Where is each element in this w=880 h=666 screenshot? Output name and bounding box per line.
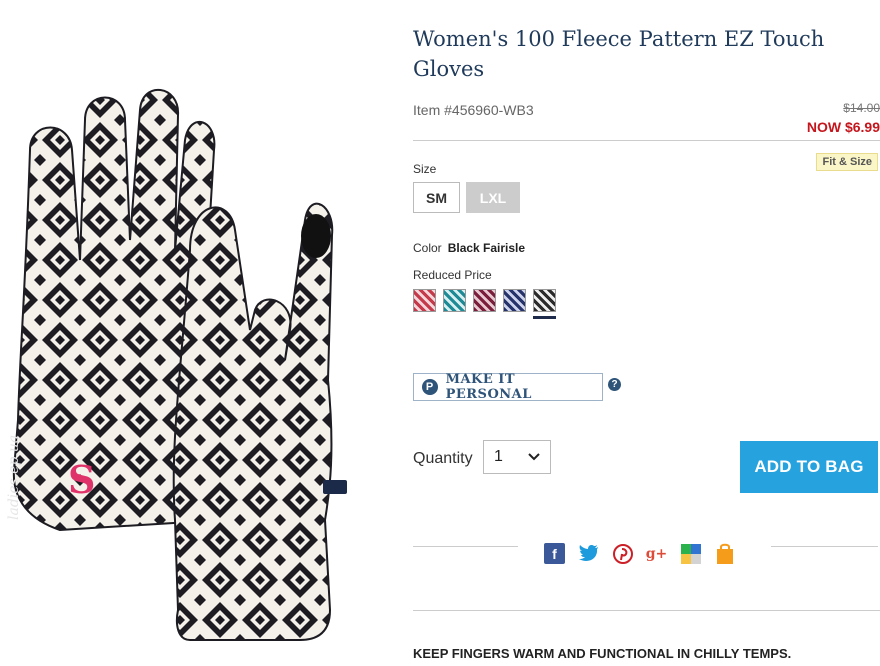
color-label: Color	[413, 241, 442, 255]
shopping-bag-icon[interactable]	[714, 543, 735, 564]
twitter-icon[interactable]	[578, 543, 599, 564]
divider	[413, 610, 880, 611]
pinterest-icon[interactable]	[612, 543, 633, 564]
reduced-price-label: Reduced Price	[413, 268, 492, 282]
original-price: $14.00	[843, 101, 880, 115]
item-number: Item #456960-WB3	[413, 102, 534, 118]
sale-price: NOW $6.99	[806, 119, 880, 135]
watermark: ladies.ep.ua	[6, 434, 22, 520]
quantity-value: 1	[494, 448, 503, 465]
google-plus-icon[interactable]: g+	[646, 543, 668, 564]
share-divider-right	[771, 546, 878, 547]
swatch-navy-fairisle[interactable]	[503, 289, 526, 312]
swatch-red-fairisle[interactable]	[413, 289, 436, 312]
social-share-bar: f g+	[544, 543, 735, 564]
quantity-label: Quantity	[413, 450, 473, 467]
right-glove	[172, 202, 334, 641]
selected-swatch-indicator	[533, 316, 556, 319]
color-value: Black Fairisle	[447, 241, 526, 255]
gloves-image: S	[12, 89, 347, 641]
size-option-lxl[interactable]: LXL	[466, 182, 520, 213]
size-option-sm[interactable]: SM	[413, 182, 460, 213]
swatch-black-fairisle[interactable]	[533, 289, 556, 312]
make-it-personal-label: MAKE IT PERSONAL	[445, 372, 532, 402]
help-icon[interactable]: ?	[608, 378, 621, 391]
monogram: S	[68, 457, 95, 502]
fit-size-link[interactable]: Fit & Size	[816, 153, 878, 171]
color-row: Color Black Fairisle	[413, 241, 525, 255]
product-title: Women's 100 Fleece Pattern EZ Touch Glov…	[413, 27, 825, 81]
facebook-icon[interactable]: f	[544, 543, 565, 564]
swatch-teal-fairisle[interactable]	[443, 289, 466, 312]
chevron-down-icon	[528, 453, 540, 461]
delicious-icon[interactable]	[680, 543, 701, 564]
size-label: Size	[413, 162, 437, 176]
divider	[413, 140, 880, 141]
product-detail-panel: Women's 100 Fleece Pattern EZ Touch Glov…	[413, 0, 880, 661]
quantity-select[interactable]: 1	[483, 440, 551, 474]
glove-tag	[323, 480, 347, 494]
swatch-burgundy-fairisle[interactable]	[473, 289, 496, 312]
make-it-personal-button[interactable]: P MAKE IT PERSONAL	[413, 372, 603, 402]
description-heading: KEEP FINGERS WARM AND FUNCTIONAL IN CHIL…	[413, 646, 792, 661]
add-to-bag-button[interactable]: ADD TO BAG	[740, 441, 878, 493]
product-image[interactable]: S ladies.ep.ua	[0, 0, 395, 661]
personalize-icon: P	[422, 379, 438, 395]
share-divider-left	[413, 546, 518, 547]
